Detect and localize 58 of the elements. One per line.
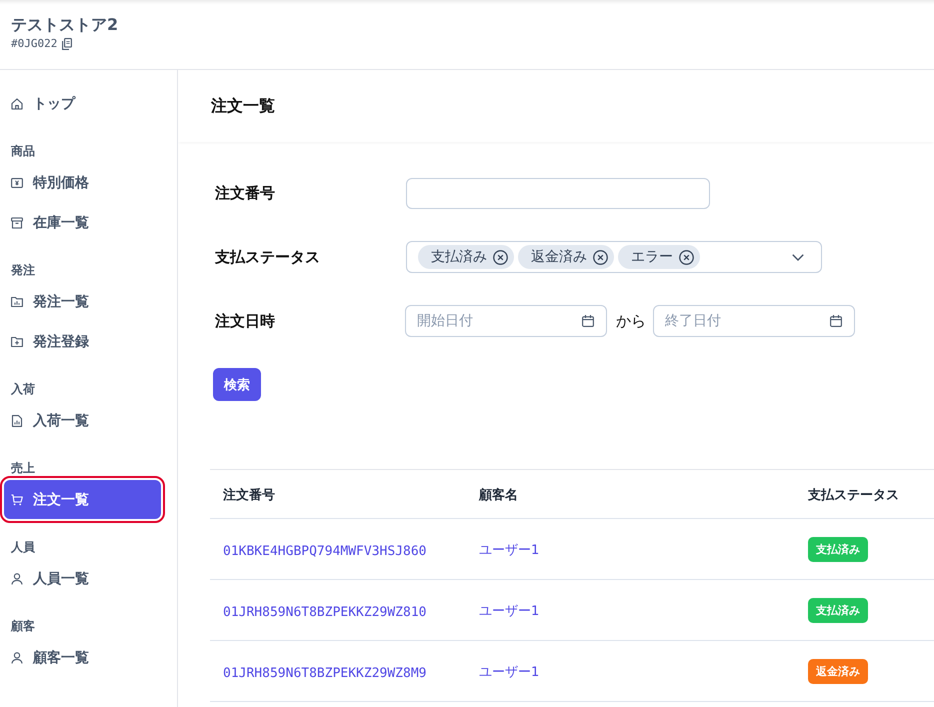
copy-icon[interactable] — [62, 38, 72, 50]
order-number-link[interactable]: 01KBKE4HGBPQ794MWFV3HSJ860 — [223, 544, 426, 558]
nav-item[interactable]: 特別価格 — [4, 163, 161, 202]
nav-item[interactable]: 発注一覧 — [4, 282, 161, 321]
nav-item[interactable]: 人員一覧 — [4, 559, 161, 598]
field-label: 支払ステータス — [215, 247, 320, 268]
nav-section-heading: 入荷 — [11, 381, 35, 398]
nav-item[interactable]: 在庫一覧 — [4, 203, 161, 242]
order-number-link[interactable]: 01JRH859N6T8BZPEKKZ29WZ810 — [223, 604, 426, 620]
archive-icon — [11, 216, 23, 228]
nav-item[interactable]: 発注登録 — [4, 322, 161, 361]
column-header: 顧客名 — [479, 488, 518, 503]
folder-plus-icon — [11, 336, 23, 348]
nav-item[interactable]: トップ — [4, 84, 161, 123]
field-label: 注文日時 — [215, 311, 275, 332]
customer-link[interactable]: ユーザー1 — [479, 665, 540, 680]
search-button[interactable]: 検索 — [213, 368, 261, 401]
customer-link[interactable]: ユーザー1 — [479, 604, 540, 619]
chevron-down-icon[interactable] — [792, 254, 804, 260]
range-separator: から — [616, 311, 646, 331]
status-badge: 支払済み — [808, 536, 868, 562]
user-icon — [11, 572, 23, 584]
status-chip[interactable]: 支払済み — [418, 245, 514, 269]
close-icon[interactable] — [679, 250, 694, 264]
start-date-field[interactable]: 開始日付 — [405, 305, 607, 337]
field-label: 注文番号 — [215, 183, 275, 204]
file-chart-icon — [11, 414, 23, 426]
status-chip[interactable]: エラー — [618, 245, 700, 269]
store-name: テストストア2 — [11, 14, 118, 36]
nav-section-heading: 顧客 — [11, 618, 35, 635]
page-title: 注文一覧 — [211, 95, 275, 117]
order-number-link[interactable]: 01JRH859N6T8BZPEKKZ29WZ8M9 — [223, 666, 426, 680]
nav-item[interactable]: 入荷一覧 — [4, 401, 161, 440]
nav-section-heading: 人員 — [11, 539, 35, 556]
nav-item[interactable]: 注文一覧 — [4, 480, 161, 519]
order-number-field[interactable] — [406, 178, 710, 208]
user-icon — [11, 652, 23, 664]
calendar-icon[interactable] — [582, 315, 594, 327]
status-badge: 返金済み — [808, 658, 868, 684]
status-select[interactable]: 支払済み 返金済み エラー — [406, 241, 822, 273]
status-chip[interactable]: 返金済み — [518, 245, 614, 269]
end-date-field[interactable]: 終了日付 — [653, 305, 855, 337]
home-icon — [11, 98, 23, 110]
calendar-icon[interactable] — [830, 315, 842, 327]
nav-section-heading: 発注 — [11, 262, 35, 279]
customer-link[interactable]: ユーザー1 — [479, 543, 540, 558]
status-badge: 支払済み — [808, 598, 868, 622]
store-id: #0JG022 — [11, 37, 58, 51]
column-header: 注文番号 — [223, 488, 275, 503]
nav-section-heading: 売上 — [11, 460, 35, 477]
banknote-icon — [11, 176, 23, 188]
folder-chart-icon — [11, 296, 23, 308]
nav-item[interactable]: 顧客一覧 — [4, 638, 161, 677]
nav-section-heading: 商品 — [11, 143, 35, 160]
cart-icon — [11, 494, 23, 506]
column-header: 支払ステータス — [808, 488, 899, 503]
close-icon[interactable] — [493, 250, 508, 264]
close-icon[interactable] — [593, 250, 608, 264]
